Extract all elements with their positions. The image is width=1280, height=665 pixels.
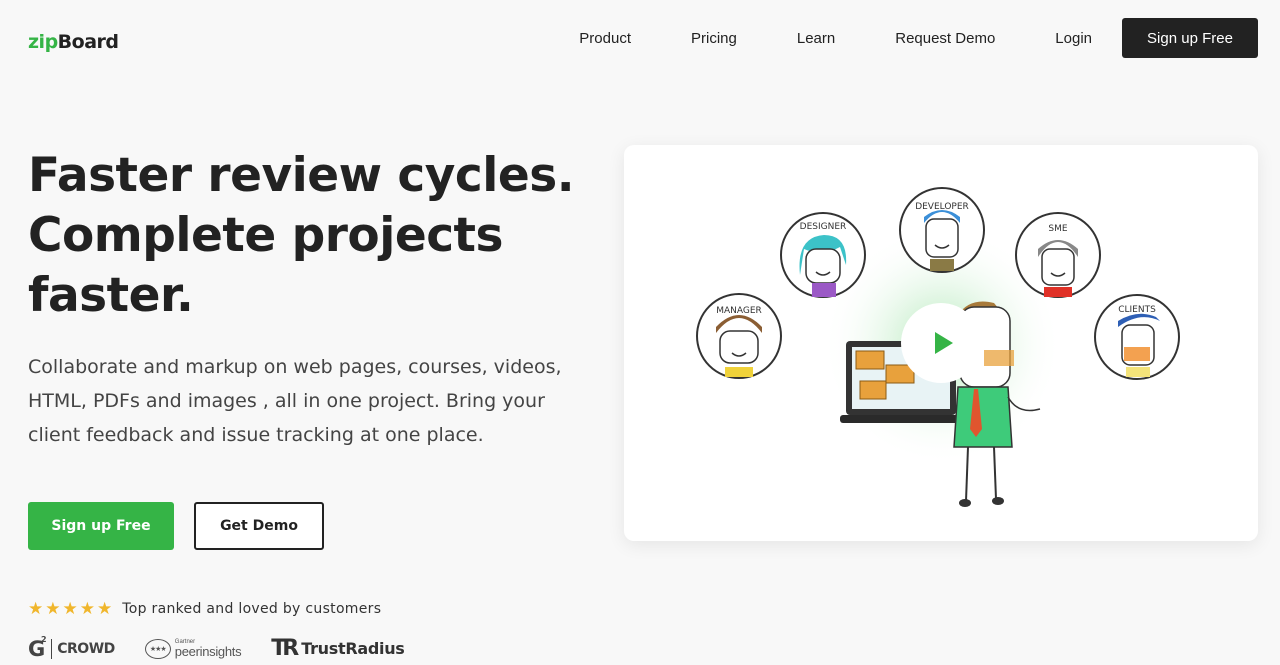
avatar-manager: MANAGER xyxy=(696,293,782,379)
star-icon: ★ xyxy=(45,599,61,619)
logo-prefix: zip xyxy=(28,31,58,53)
nav-signup-button[interactable]: Sign up Free xyxy=(1122,18,1258,58)
star-icon: ★ xyxy=(97,599,113,619)
video-card[interactable]: MANAGER DESIGNER DEVELOPER SME CLIENTS xyxy=(624,145,1258,541)
svg-text:MANAGER: MANAGER xyxy=(716,306,762,316)
star-icon: ★ xyxy=(28,599,44,619)
nav-link-learn[interactable]: Learn xyxy=(797,30,835,47)
hero-description: Collaborate and markup on web pages, cou… xyxy=(28,356,562,446)
hero-title: Faster review cycles. Complete projects … xyxy=(28,148,575,323)
gartner-peer-insights-logo: ★★★ Gartner peerinsights xyxy=(144,638,242,659)
avatar-sme: SME xyxy=(1015,212,1101,298)
star-icon: ★ xyxy=(79,599,95,619)
g2-text: CROWD xyxy=(57,640,115,657)
nav-link-product[interactable]: Product xyxy=(579,30,631,47)
avatar-developer: DEVELOPER xyxy=(899,187,985,273)
trustradius-icon: TR xyxy=(271,636,299,661)
play-button[interactable] xyxy=(901,303,981,383)
nav-link-login[interactable]: Login xyxy=(1055,30,1092,47)
g2-crowd-logo: G2 CROWD xyxy=(28,634,115,661)
get-demo-button[interactable]: Get Demo xyxy=(194,502,324,550)
rating-text: Top ranked and loved by customers xyxy=(122,601,382,617)
svg-text:DEVELOPER: DEVELOPER xyxy=(915,202,969,212)
avatar-clients: CLIENTS xyxy=(1094,294,1180,380)
divider xyxy=(51,638,53,659)
avatar-designer: DESIGNER xyxy=(780,212,866,298)
rating-row: ★ ★ ★ ★ ★ Top ranked and loved by custom… xyxy=(28,600,381,618)
signup-button[interactable]: Sign up Free xyxy=(28,502,174,550)
svg-text:CLIENTS: CLIENTS xyxy=(1118,305,1156,315)
top-nav: Product Pricing Learn Request Demo Login… xyxy=(579,18,1258,58)
play-icon xyxy=(934,332,953,354)
svg-text:DESIGNER: DESIGNER xyxy=(800,222,847,232)
trustradius-text: TrustRadius xyxy=(301,639,405,658)
star-icon: ★ xyxy=(62,599,78,619)
g2-icon: G2 xyxy=(28,634,47,661)
rating-stars: ★ ★ ★ ★ ★ xyxy=(28,600,112,618)
zipboard-logo[interactable]: zipBoard xyxy=(28,31,119,53)
svg-text:SME: SME xyxy=(1048,224,1067,234)
trustradius-logo: TR TrustRadius xyxy=(271,636,405,661)
nav-link-pricing[interactable]: Pricing xyxy=(691,30,737,47)
logo-suffix: Board xyxy=(57,31,119,53)
review-badges: G2 CROWD ★★★ Gartner peerinsights TR Tru… xyxy=(28,634,405,662)
nav-link-request-demo[interactable]: Request Demo xyxy=(895,30,995,47)
speech-bubble-icon: ★★★ xyxy=(144,638,171,659)
peer-insights-label: peerinsights xyxy=(174,644,242,659)
